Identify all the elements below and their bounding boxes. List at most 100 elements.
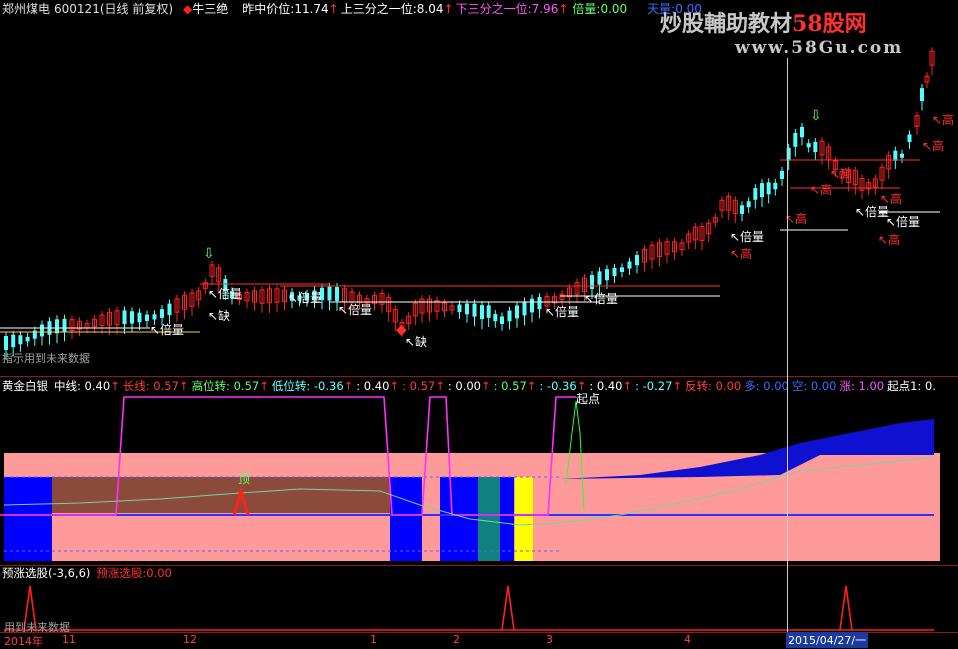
gold-indicator-label: 长线: — [122, 379, 150, 393]
chart-label: ↖倍量 — [886, 214, 920, 229]
gold-indicator-label: 空: — [791, 379, 808, 393]
candle-body — [515, 305, 519, 319]
candle-body — [597, 271, 602, 285]
candle-body — [335, 287, 339, 301]
gold-indicator-item: 反转: 0.00 — [685, 379, 741, 393]
candle-body — [793, 133, 798, 147]
blue-block — [390, 477, 422, 561]
gold-indicator-value: 0.40 — [360, 379, 390, 393]
gold-indicator-value: -0.27 — [639, 379, 673, 393]
candle-body — [766, 182, 771, 195]
candle-body — [753, 188, 758, 200]
gold-indicator-value: -0.36 — [310, 379, 344, 393]
gold-panel-title[interactable]: 黄金白银 — [2, 379, 48, 393]
double-volume-value: 0.00 — [600, 2, 628, 16]
gold-indicator-item: : -0.27↑ — [635, 379, 682, 393]
chart-label: ↖高 — [785, 211, 807, 226]
time-axis-label: 2014年 — [4, 635, 43, 648]
candle-body — [537, 297, 542, 310]
chart-label: ↖高 — [932, 112, 954, 127]
arrow-up-icon: ↑ — [526, 379, 537, 393]
presignal-title[interactable]: 预涨选股(-3,6,6) — [2, 566, 90, 580]
candle-body — [612, 267, 617, 277]
gold-indicator-item: 空: 0.00 — [792, 379, 837, 393]
signal-spike — [501, 585, 515, 631]
upper-third-label: 上三分之一位: — [340, 2, 417, 16]
chart-label: ↖高 — [830, 166, 852, 181]
candle-body — [920, 88, 924, 102]
gold-indicator-value: 1.00 — [854, 379, 885, 393]
gold-indicator-value: 0.00 — [711, 379, 742, 393]
candle-body — [11, 334, 16, 348]
gold-indicator-value: 0.57 — [149, 379, 179, 393]
chart-label: ↖高 — [922, 138, 944, 153]
diamond-icon: ◆ — [183, 2, 193, 16]
gold-indicator-item: : -0.36↑ — [539, 379, 586, 393]
candle-body — [900, 153, 904, 158]
candle-body — [773, 182, 778, 190]
stock-code[interactable]: 600121 — [54, 2, 100, 16]
candle-body — [740, 205, 744, 214]
stock-name[interactable]: 郑州煤电 — [2, 2, 50, 16]
arrow-up-icon: ↑ — [343, 379, 354, 393]
gold-indicator-value: 0. — [921, 379, 936, 393]
mid-price-value: 11.74 — [294, 2, 329, 16]
gold-indicator-label: 涨: — [839, 379, 855, 393]
gold-indicator-label: 高位转: — [191, 379, 230, 393]
chart-label: ↖高 — [730, 246, 752, 261]
presignal-chart[interactable] — [0, 580, 958, 632]
gold-indicator-value: 0.00 — [759, 379, 789, 393]
signal-start-label: 起点 — [576, 393, 600, 406]
gold-indicator-item: : 0.57↑ — [402, 379, 445, 393]
candle-body — [327, 286, 332, 301]
candle-body — [137, 312, 142, 323]
chart-label: ↖倍量 — [338, 302, 372, 317]
lower-third-label: 下三分之一位: — [455, 2, 532, 16]
time-axis-label: 2 — [453, 633, 460, 646]
gold-indicator-value: 0.00 — [451, 379, 481, 393]
gold-indicator-item: : 0.00↑ — [448, 379, 491, 393]
teal-block — [478, 477, 500, 561]
presignal-value: 0.00 — [146, 566, 172, 580]
candle-body — [760, 183, 764, 198]
presignal-header: 预涨选股(-3,6,6) 预涨选股: 0.00 — [2, 566, 958, 580]
arrow-up-icon: ↑ — [622, 379, 633, 393]
candle-body — [145, 314, 149, 321]
candle-body — [40, 324, 44, 337]
candle-body — [893, 150, 898, 161]
presignal-label: 预涨选股: — [96, 566, 147, 580]
candle-body — [25, 336, 30, 342]
chart-label: ↖倍量 — [150, 322, 184, 337]
future-data-warning: 指示用到未来数据 — [2, 352, 90, 365]
yellow-block — [515, 477, 533, 561]
down-arrow-icon: ⇩ — [810, 108, 822, 124]
upper-third-value: 8.04 — [416, 2, 444, 16]
chart-label: ↖倍量 — [584, 291, 618, 306]
gold-indicator-item: 长线: 0.57↑ — [123, 379, 189, 393]
down-arrow-icon: ⇩ — [203, 246, 215, 262]
arrow-up-icon: ↑ — [443, 2, 454, 16]
arrow-up-icon: ↑ — [178, 379, 189, 393]
candle-body — [800, 126, 804, 138]
chart-label: ↖倍量 — [730, 229, 764, 244]
period-label[interactable]: (日线 前复权) — [100, 2, 173, 16]
chart-label: ↖倍量 — [545, 304, 579, 319]
gold-indicator-label: 起点1: — [887, 379, 922, 393]
gold-silver-indicator[interactable]: 顶 起点 — [0, 393, 958, 565]
gold-indicator-item: 起点1: 0. — [887, 379, 936, 393]
gold-indicator-label: 低位转: — [271, 379, 311, 393]
candle-body — [160, 309, 164, 318]
crosshair-cursor[interactable] — [787, 58, 788, 632]
gold-indicator-value: 0.40 — [593, 379, 623, 393]
lower-third-value: 7.96 — [531, 2, 559, 16]
candle-body — [806, 143, 811, 148]
candle-body — [472, 303, 477, 317]
candle-body — [530, 298, 534, 313]
formula-name[interactable]: 牛三绝 — [192, 2, 228, 16]
gold-indicator-item: : 0.57↑ — [494, 379, 537, 393]
blue-block — [500, 477, 514, 561]
candlestick-chart[interactable]: ↖倍量↖倍量 ↖倍量↖倍量 ↖倍量↖倍量↖倍量↖倍量↖倍量↖缺↖缺↖高↖高↖高↖高↖… — [0, 18, 958, 376]
candle-body — [590, 275, 594, 290]
candle-body — [457, 304, 462, 313]
gold-indicator-value: 0.40 — [80, 379, 111, 393]
